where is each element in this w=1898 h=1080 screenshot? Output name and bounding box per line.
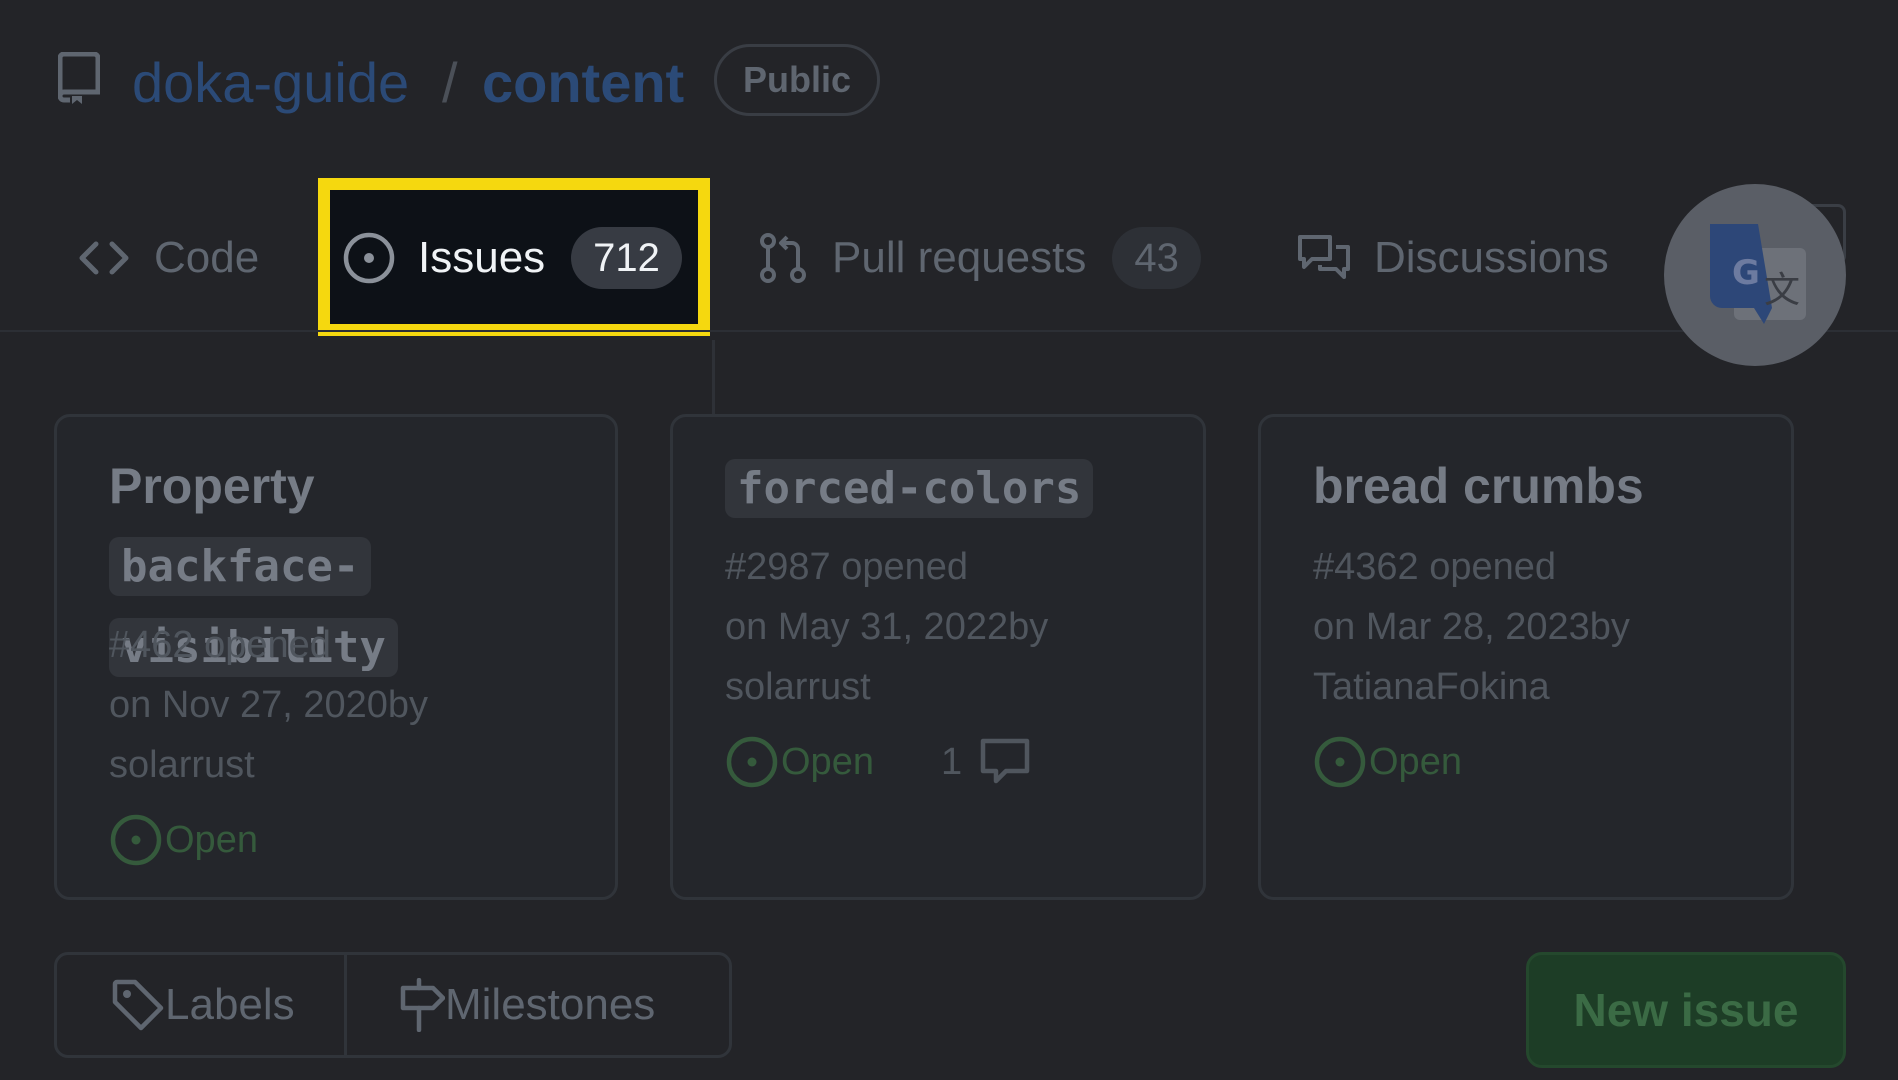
issue-status-label: Open bbox=[1369, 740, 1462, 783]
repo-name-link[interactable]: content bbox=[482, 48, 684, 118]
tab-pull-requests-label: Pull requests bbox=[832, 233, 1087, 282]
issue-opened-icon bbox=[343, 232, 395, 284]
issue-opened-date: on May 31, 2022by bbox=[725, 606, 1049, 648]
tab-issues-label: Issues bbox=[418, 233, 546, 282]
tabs-divider bbox=[0, 330, 1898, 332]
issue-title-text: Property bbox=[109, 458, 315, 514]
repo-icon bbox=[58, 52, 100, 104]
comment-discussion-icon bbox=[1298, 235, 1350, 279]
code-icon bbox=[79, 241, 129, 275]
path-separator: / bbox=[442, 51, 458, 114]
issue-open-icon bbox=[1314, 736, 1366, 788]
issue-number: #2987 opened bbox=[725, 546, 969, 588]
labels-button-label: Labels bbox=[165, 980, 295, 1029]
repo-owner-link[interactable]: doka-guide bbox=[132, 48, 409, 118]
tab-code[interactable]: Code bbox=[78, 222, 259, 294]
issue-card[interactable]: Property backface- visibility #462 opene… bbox=[54, 414, 618, 900]
issue-comments-link[interactable]: 1 bbox=[941, 735, 1032, 789]
comment-icon bbox=[980, 738, 1030, 784]
issue-status-label: Open bbox=[165, 818, 258, 861]
issue-title-code: forced-colors bbox=[725, 459, 1094, 518]
labels-button[interactable]: Labels bbox=[57, 955, 347, 1055]
pull-requests-count-badge: 43 bbox=[1112, 227, 1201, 289]
tab-discussions[interactable]: Discussions bbox=[1296, 222, 1609, 294]
issue-opened-date: on Nov 27, 2020by bbox=[109, 684, 429, 726]
issue-number: #4362 opened bbox=[1313, 546, 1557, 588]
svg-text:G: G bbox=[1732, 253, 1760, 293]
new-issue-button[interactable]: New issue bbox=[1526, 952, 1846, 1068]
milestones-button[interactable]: Milestones bbox=[347, 955, 729, 1055]
issue-card[interactable]: forced-colors #2987 opened on May 31, 20… bbox=[670, 414, 1206, 900]
issue-author[interactable]: solarrust bbox=[109, 735, 255, 795]
issue-title[interactable]: forced-colors bbox=[725, 447, 1094, 528]
issue-card[interactable]: bread crumbs #4362 opened on Mar 28, 202… bbox=[1258, 414, 1794, 900]
translate-widget[interactable]: G 文 bbox=[1664, 184, 1846, 366]
tab-discussions-label: Discussions bbox=[1374, 233, 1609, 282]
milestone-icon bbox=[400, 978, 445, 1032]
issues-count-badge: 712 bbox=[571, 227, 682, 289]
svg-text:文: 文 bbox=[1764, 270, 1800, 311]
google-translate-icon: G 文 bbox=[1710, 224, 1806, 324]
issue-status-label: Open bbox=[781, 740, 874, 783]
git-pull-request-icon bbox=[760, 233, 806, 283]
issue-author[interactable]: solarrust bbox=[725, 657, 871, 717]
tab-pull-requests[interactable]: Pull requests 43 bbox=[758, 222, 1201, 294]
issue-title-text: bread crumbs bbox=[1313, 458, 1644, 514]
issue-title-code: backface- bbox=[109, 537, 372, 596]
issue-status: Open bbox=[725, 735, 874, 789]
tab-issues[interactable]: Issues 712 bbox=[342, 222, 682, 294]
visibility-badge: Public bbox=[714, 44, 881, 116]
issue-status: Open bbox=[1313, 735, 1462, 789]
tag-icon bbox=[112, 979, 164, 1031]
issue-open-icon bbox=[110, 814, 162, 866]
issue-status: Open bbox=[109, 813, 258, 867]
tab-code-label: Code bbox=[154, 233, 260, 282]
issue-author[interactable]: TatianaFokina bbox=[1313, 657, 1550, 717]
issue-title[interactable]: bread crumbs bbox=[1313, 447, 1644, 525]
issue-comments-count: 1 bbox=[941, 740, 963, 783]
labels-milestones-group: Labels Milestones bbox=[54, 952, 732, 1058]
issue-number: #462 opened bbox=[109, 624, 331, 666]
issue-opened-date: on Mar 28, 2023by bbox=[1313, 606, 1630, 648]
issue-open-icon bbox=[726, 736, 778, 788]
milestones-button-label: Milestones bbox=[445, 980, 656, 1029]
